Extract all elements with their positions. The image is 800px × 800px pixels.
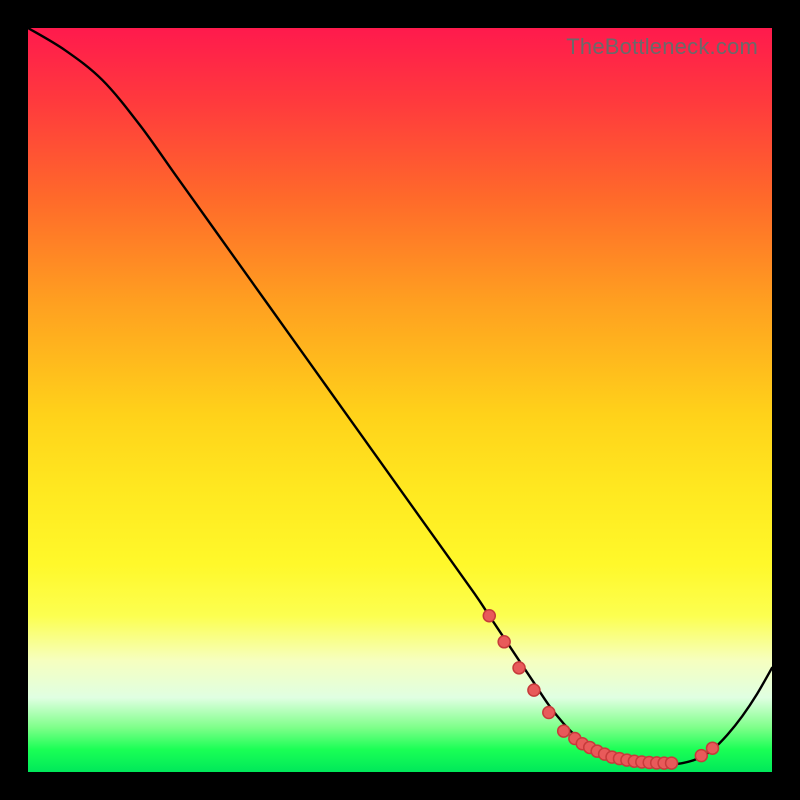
curve-marker — [695, 750, 707, 762]
bottleneck-curve — [28, 28, 772, 765]
curve-markers — [483, 610, 718, 769]
plot-area: TheBottleneck.com — [28, 28, 772, 772]
curve-marker — [513, 662, 525, 674]
curve-marker — [558, 725, 570, 737]
curve-marker — [706, 742, 718, 754]
curve-marker — [543, 706, 555, 718]
curve-svg — [28, 28, 772, 772]
curve-marker — [666, 757, 678, 769]
curve-marker — [483, 610, 495, 622]
chart-frame: TheBottleneck.com — [0, 0, 800, 800]
watermark-text: TheBottleneck.com — [566, 34, 758, 60]
curve-marker — [528, 684, 540, 696]
curve-marker — [498, 636, 510, 648]
